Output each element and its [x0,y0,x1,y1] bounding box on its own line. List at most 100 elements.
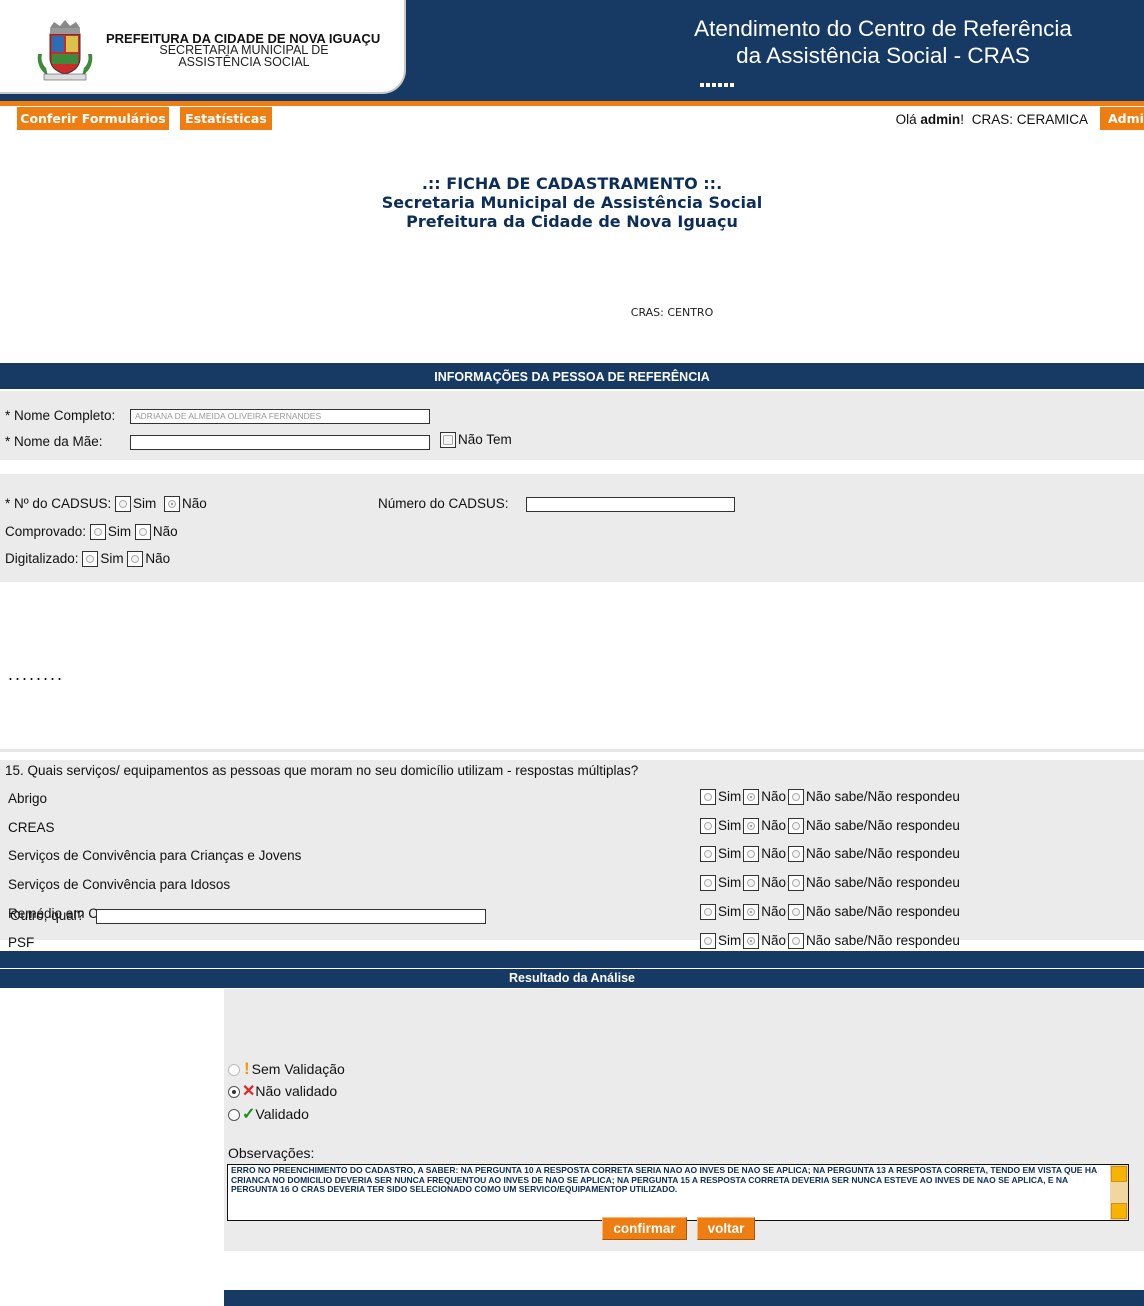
nav-admin-tab[interactable]: Admi [1100,107,1144,130]
cras-info: CRAS: CERAMICA [971,112,1088,127]
option-label: Não sabe/Não respondeu [806,904,960,919]
outro-label: Outro, qual? [10,908,85,923]
validado-radio[interactable] [228,1109,240,1122]
option-radio-nao[interactable] [743,846,760,863]
option-sem-validacao[interactable]: ! Sem Validação [228,1059,345,1079]
form-title: .:: FICHA DE CADASTRAMENTO ::. [421,174,723,193]
observacoes-textarea[interactable]: ERRO NO PREENCHIMENTO DO CADASTRO, A SAB… [227,1164,1129,1221]
option-radio-nao-sabe[interactable] [788,789,805,806]
option-radio-nao-sabe[interactable] [788,904,805,921]
form-subtitle-prefeitura: Prefeitura da Cidade de Nova Iguaçu [406,212,738,231]
nao-tem-label: Não Tem [458,432,512,447]
cadsus-nao-label: Não [182,496,207,511]
voltar-button[interactable]: voltar [697,1217,755,1240]
scroll-up-button[interactable] [1111,1166,1127,1182]
option-label: Não [761,846,787,861]
option-radio-sim[interactable] [700,904,716,921]
question-15-row: CREAS Sim Não Não sabe/Não respondeu [0,818,1144,838]
option-radio-sim[interactable] [700,933,716,950]
comprovado-sim-label: Sim [107,524,132,539]
option-label: Não sabe/Não respondeu [806,933,960,948]
option-radio-sim[interactable] [700,789,716,806]
form-subtitle-secretaria: Secretaria Municipal de Assistência Soci… [381,193,763,212]
user-greeting: Olá admin! CRAS: CERAMICA [896,112,1088,127]
digitalizado-nao-label: Não [145,551,171,566]
city-crest-icon [37,20,93,81]
service-options: Sim Não Não sabe/Não respondeu [700,789,960,806]
question-15-row: Serviços de Convivência para Crianças e … [0,846,1144,866]
header-accent-line [0,101,1144,106]
outro-field[interactable] [96,909,486,924]
comprovado-sim-radio[interactable] [89,524,106,541]
observacoes-text: ERRO NO PREENCHIMENTO DO CADASTRO, A SAB… [231,1165,1097,1194]
greeting-prefix: Olá [895,112,921,127]
digitalizado-label: Digitalizado: [5,551,79,566]
nome-completo-field[interactable]: ADRIANA DE ALMEIDA OLIVEIRA FERNANDES [130,409,430,424]
option-label: Não [761,789,787,804]
org-sub-line2: ASSISTÊNCIA SOCIAL [178,55,310,69]
option-label: Sim [718,933,742,948]
option-label: Não sabe/Não respondeu [806,818,960,833]
footer-bar [224,1290,1144,1306]
cadsus-label: * Nº do CADSUS: [5,496,112,511]
observacoes-scrollbar[interactable] [1110,1165,1128,1220]
observacoes-label: Observações: [228,1145,315,1161]
option-label: Não sabe/Não respondeu [806,846,960,861]
option-radio-sim[interactable] [700,818,716,835]
nao-tem-checkbox[interactable] [440,432,456,449]
comprovado-label: Comprovado: [5,524,87,539]
nao-validado-label: Não validado [255,1083,338,1099]
warning-icon: ! [244,1059,250,1078]
option-nao-validado[interactable]: ✕Não validado [228,1081,337,1101]
user-name: admin [920,112,961,127]
service-name: Abrigo [8,791,48,806]
question-15-row: Serviços de Convivência para Idosos Sim Nã… [0,875,1144,895]
nav-conferir-formularios[interactable]: Conferir Formulários [17,107,169,130]
nao-tem-option[interactable]: Não Tem [440,432,512,449]
confirmar-button[interactable]: confirmar [602,1217,687,1240]
option-radio-sim[interactable] [700,846,716,863]
nome-mae-field[interactable] [130,435,430,450]
option-label: Não [761,818,787,833]
option-radio-nao[interactable] [743,933,760,950]
greeting-suffix: ! [960,112,964,127]
option-label: Não [761,904,787,919]
option-radio-sim[interactable] [700,875,716,892]
cadsus-sim-radio[interactable] [114,496,131,513]
comprovado-row: Comprovado: Sim Não [5,524,178,541]
sem-validacao-label: Sem Validação [251,1061,345,1077]
comprovado-nao-label: Não [152,524,178,539]
option-radio-nao[interactable] [743,789,760,806]
question-15-row: PSF Sim Não Não sabe/Não respondeu [0,933,1144,953]
service-name: CREAS [8,820,55,835]
option-radio-nao[interactable] [743,875,760,892]
option-radio-nao[interactable] [743,904,760,921]
digitalizado-sim-radio[interactable] [82,551,99,568]
option-radio-nao-sabe[interactable] [788,818,805,835]
option-label: Não [761,875,787,890]
option-label: Não [761,933,787,948]
option-validado[interactable]: ✓Validado [228,1104,309,1124]
service-options: Sim Não Não sabe/Não respondeu [700,904,960,921]
cadsus-row: * Nº do CADSUS: Sim Não [5,496,207,513]
option-radio-nao-sabe[interactable] [788,846,805,863]
option-radio-nao-sabe[interactable] [788,875,805,892]
service-options: Sim Não Não sabe/Não respondeu [700,846,960,863]
digitalizado-nao-radio[interactable] [127,551,144,568]
cadsus-nao-radio[interactable] [164,496,180,513]
comprovado-nao-radio[interactable] [134,524,151,541]
option-label: Sim [718,818,742,833]
option-radio-nao[interactable] [743,818,760,835]
option-label: Sim [718,875,742,890]
validado-label: Validado [255,1106,309,1122]
service-name: Serviços de Convivência para Crianças e … [8,848,302,863]
numero-cadsus-field[interactable] [526,497,735,512]
sem-validacao-radio[interactable] [228,1064,240,1077]
section-header-referencia: INFORMAÇÕES DA PESSOA DE REFERÊNCIA [0,363,1144,389]
nao-validado-radio[interactable] [228,1086,240,1099]
option-radio-nao-sabe[interactable] [788,933,805,950]
scroll-down-button[interactable] [1111,1203,1127,1219]
nav-estatisticas[interactable]: Estatísticas [180,107,272,130]
question-15-text: 15. Quais serviços/ equipamentos as pess… [5,763,639,778]
option-label: Não sabe/Não respondeu [806,875,960,890]
